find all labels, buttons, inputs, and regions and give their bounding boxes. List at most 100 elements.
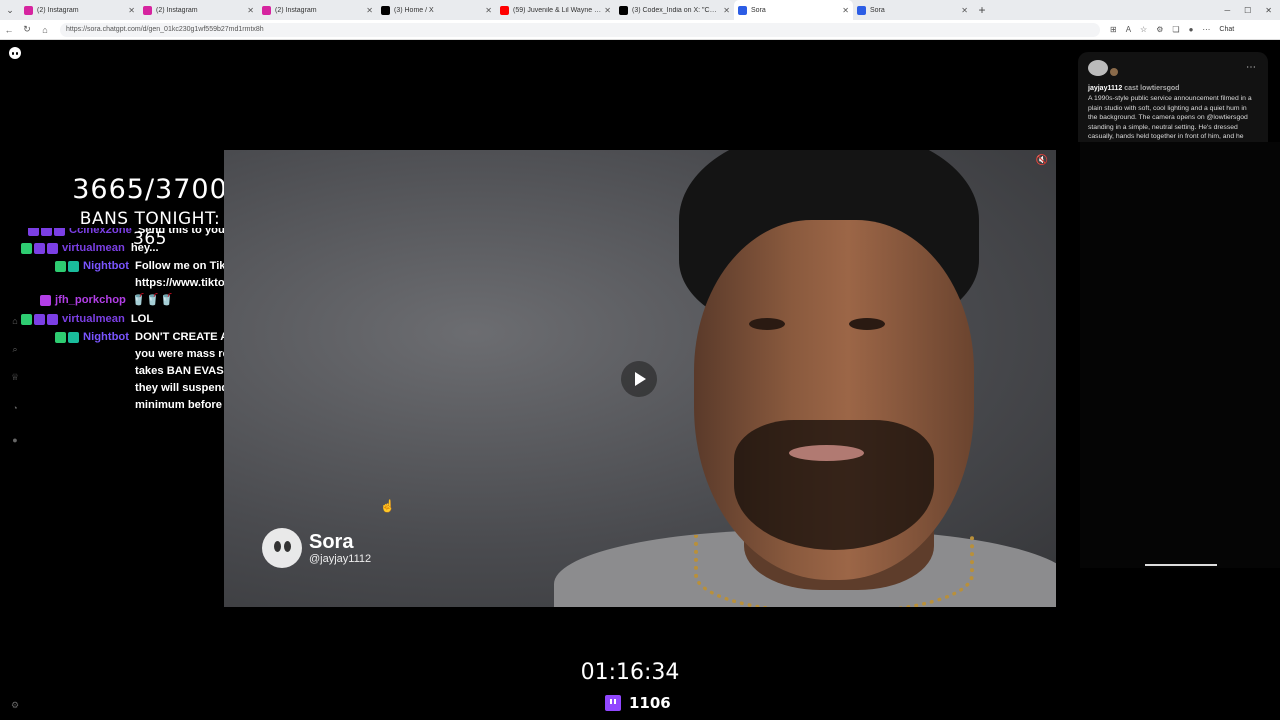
favorite-icon[interactable]: ☆ bbox=[1140, 25, 1147, 34]
window-controls: ─ ☐ ✕ bbox=[1224, 0, 1272, 20]
chat-badges bbox=[40, 292, 51, 309]
chat-badge-icon bbox=[68, 261, 79, 272]
play-button[interactable] bbox=[621, 361, 657, 397]
chat-badge-icon bbox=[34, 314, 45, 325]
post-cast[interactable]: cast lowtiersgod bbox=[1124, 85, 1179, 92]
post-username[interactable]: jayjay1112 bbox=[1088, 85, 1122, 92]
chat-username[interactable]: Ccinex2one bbox=[69, 228, 132, 239]
chat-username[interactable]: jfh_porkchop bbox=[55, 292, 126, 309]
chat-badges bbox=[21, 311, 58, 328]
settings-nav-icon[interactable]: ⚙ bbox=[9, 700, 21, 711]
scrollbar[interactable] bbox=[1145, 564, 1217, 566]
apps-icon[interactable]: ⊞ bbox=[1110, 25, 1117, 34]
chat-badge-icon bbox=[21, 243, 32, 254]
tab-title: (2) Instagram bbox=[156, 6, 198, 14]
tab-close-icon[interactable]: ✕ bbox=[604, 6, 611, 15]
read-aloud-icon[interactable]: A bbox=[1126, 25, 1131, 34]
chat-badges bbox=[55, 258, 79, 275]
post-author: jayjay1112 cast lowtiersgod bbox=[1088, 85, 1258, 92]
tab-title: (3) Codex_India on X: "Coke inform bbox=[632, 6, 721, 14]
chat-badge-icon bbox=[28, 228, 39, 236]
watermark-handle: @jayjay1112 bbox=[309, 553, 372, 565]
chat-username[interactable]: virtualmean bbox=[62, 240, 125, 257]
video-player[interactable]: 🔇 Sora @jayjay1112 bbox=[224, 150, 1056, 607]
copilot-button[interactable]: Chat bbox=[1219, 26, 1234, 33]
tab-close-icon[interactable]: ✕ bbox=[961, 6, 968, 15]
chat-badges bbox=[55, 329, 79, 346]
chat-badge-icon bbox=[68, 332, 79, 343]
tab-close-icon[interactable]: ✕ bbox=[842, 6, 849, 15]
menu-icon[interactable]: ⋯ bbox=[1202, 25, 1210, 34]
tab-favicon-icon bbox=[619, 5, 628, 15]
tab-actions-icon[interactable]: ⌄ bbox=[0, 0, 20, 20]
video-frame-eye bbox=[749, 318, 785, 330]
tab-close-icon[interactable]: ✕ bbox=[366, 6, 373, 15]
tab-favicon-icon bbox=[500, 5, 509, 15]
tab-favicon-icon bbox=[738, 5, 747, 15]
browser-tab[interactable]: (2) Instagram ✕ bbox=[258, 0, 377, 20]
chat-badge-icon bbox=[54, 228, 65, 236]
chat-badges bbox=[21, 240, 58, 257]
browser-tab[interactable]: (2) Instagram ✕ bbox=[139, 0, 258, 20]
stream-timer: 01:16:34 bbox=[580, 660, 680, 685]
browser-tab[interactable]: (59) Juvenile & Lil Wayne - Bling B✕ bbox=[496, 0, 615, 20]
sora-watermark: Sora @jayjay1112 bbox=[262, 528, 371, 568]
refresh-icon[interactable]: ↻ bbox=[18, 24, 36, 35]
minimize-icon[interactable]: ─ bbox=[1224, 6, 1230, 15]
close-window-icon[interactable]: ✕ bbox=[1265, 6, 1272, 15]
tab-close-icon[interactable]: ✕ bbox=[485, 6, 492, 15]
profile-icon[interactable]: ● bbox=[1189, 25, 1194, 34]
chat-username[interactable]: Nightbot bbox=[83, 329, 129, 414]
chat-badge-icon bbox=[34, 243, 45, 254]
tab-favicon-icon bbox=[857, 5, 866, 15]
chat-badge-icon bbox=[47, 314, 58, 325]
tab-favicon-icon bbox=[262, 5, 271, 15]
ban-counter: 3665/3700 bbox=[72, 174, 228, 205]
tab-close-icon[interactable]: ✕ bbox=[723, 6, 730, 15]
chat-badges bbox=[28, 228, 65, 239]
chat-username[interactable]: Nightbot bbox=[83, 258, 129, 292]
browser-tab[interactable]: Sora ✕ bbox=[734, 0, 853, 20]
video-frame-beard bbox=[734, 420, 934, 550]
chat-username[interactable]: virtualmean bbox=[62, 311, 125, 328]
video-frame-eye bbox=[849, 318, 885, 330]
tab-title: Sora bbox=[751, 6, 766, 14]
browser-tab[interactable]: (3) Home / X ✕ bbox=[377, 0, 496, 20]
collections-icon[interactable]: ❏ bbox=[1172, 25, 1179, 34]
new-tab-button[interactable]: + bbox=[972, 3, 992, 17]
sora-logo-icon[interactable] bbox=[9, 47, 21, 59]
tab-bar: ⌄ (2) Instagram ✕ (2) Instagram ✕ (2) Instag… bbox=[0, 0, 1280, 20]
mute-icon[interactable]: 🔇 bbox=[1034, 155, 1050, 171]
back-icon[interactable]: ← bbox=[0, 25, 18, 35]
url-field[interactable]: https://sora.chatgpt.com/d/gen_01kc230g1… bbox=[60, 22, 1100, 37]
tab-title: (59) Juvenile & Lil Wayne - Bling B bbox=[513, 6, 601, 14]
more-options-icon[interactable]: ⋯ bbox=[1246, 62, 1256, 73]
tab-title: (3) Home / X bbox=[394, 6, 434, 14]
tab-title: Sora bbox=[870, 6, 885, 14]
avatar[interactable] bbox=[1088, 60, 1108, 76]
details-panel-body bbox=[1080, 142, 1280, 568]
url-text: https://sora.chatgpt.com/d/gen_01kc230g1… bbox=[66, 26, 264, 33]
cameo-avatar[interactable] bbox=[1110, 68, 1118, 76]
chat-badge-icon bbox=[55, 332, 66, 343]
tab-strip: (2) Instagram ✕ (2) Instagram ✕ (2) Instagra… bbox=[20, 0, 972, 20]
chat-badge-icon bbox=[40, 295, 51, 306]
extensions-icon[interactable]: ⚙ bbox=[1156, 25, 1163, 34]
browser-tab[interactable]: Sora ✕ bbox=[853, 0, 972, 20]
details-panel: ⋯ jayjay1112 cast lowtiersgod A 1990s-st… bbox=[1078, 52, 1268, 142]
viewer-count-value: 1106 bbox=[629, 694, 671, 712]
tab-close-icon[interactable]: ✕ bbox=[247, 6, 254, 15]
home-icon[interactable]: ⌂ bbox=[36, 25, 54, 35]
sora-watermark-icon bbox=[262, 528, 302, 568]
mouse-cursor-icon: ☝ bbox=[380, 499, 395, 513]
profile-nav-icon[interactable]: ● bbox=[9, 435, 21, 445]
chat-badge-icon bbox=[21, 314, 32, 325]
browser-tab[interactable]: (3) Codex_India on X: "Coke inform✕ bbox=[615, 0, 734, 20]
viewer-count: 1106 bbox=[605, 694, 671, 712]
maximize-icon[interactable]: ☐ bbox=[1244, 6, 1251, 15]
tab-title: (2) Instagram bbox=[37, 6, 79, 14]
browser-tab[interactable]: (2) Instagram ✕ bbox=[20, 0, 139, 20]
tab-close-icon[interactable]: ✕ bbox=[128, 6, 135, 15]
post-description: A 1990s-style public service announcemen… bbox=[1088, 95, 1252, 140]
chat-badge-icon bbox=[55, 261, 66, 272]
